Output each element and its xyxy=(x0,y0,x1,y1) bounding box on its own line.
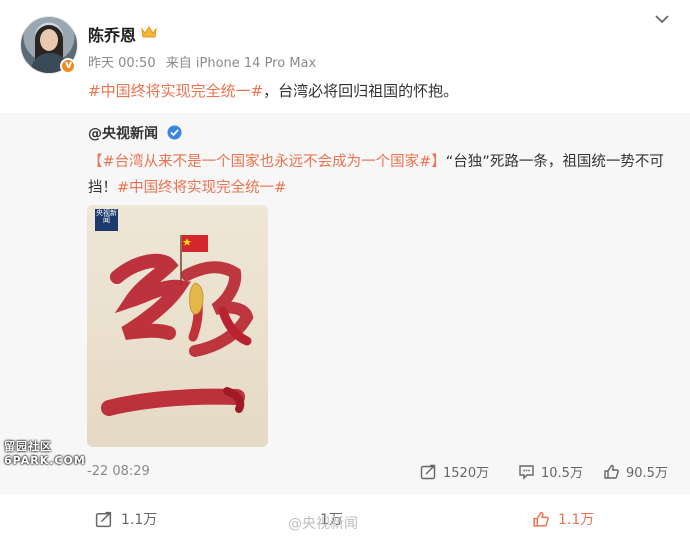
post-time: 昨天 00:50 xyxy=(88,56,156,71)
repost-button[interactable]: 1.1万 xyxy=(95,509,157,529)
repost-stat-likes[interactable]: 90.5万 xyxy=(603,462,668,481)
verified-badge-icon xyxy=(60,58,76,74)
like-button[interactable]: 1.1万 xyxy=(532,509,594,529)
post-meta: 昨天 00:50 来自 iPhone 14 Pro Max xyxy=(88,52,322,71)
repost-stat-reposts[interactable]: 1520万 xyxy=(420,462,489,481)
blue-verified-icon xyxy=(167,125,182,140)
like-count: 90.5万 xyxy=(626,466,668,481)
footer-repost-count: 1.1万 xyxy=(121,512,158,528)
poster-image[interactable]: 央视新闻 xyxy=(87,205,268,447)
post-body: #中国终将实现完全统一#，台湾必将回归祖国的怀抱。 xyxy=(88,80,458,101)
repost-block[interactable]: @央视新闻 【#台湾从来不是一个国家也永远不会成为一个国家#】“台独”死路一条，… xyxy=(0,113,690,494)
repost-text: 【#台湾从来不是一个国家也永远不会成为一个国家#】“台独”死路一条，祖国统一势不… xyxy=(88,149,678,201)
repost-timestamp: -22 08:29 xyxy=(87,464,150,479)
share-icon xyxy=(95,511,112,528)
post-source: 来自 iPhone 14 Pro Max xyxy=(165,56,317,71)
repost-hashtag-2[interactable]: #中国终将实现完全统一# xyxy=(117,180,286,196)
thumbs-up-icon xyxy=(604,464,619,479)
watermark-line-2: 6PARK.COM xyxy=(4,454,86,467)
footer-like-count: 1.1万 xyxy=(558,512,595,528)
weibo-watermark: @央视新闻 xyxy=(288,516,358,532)
thumbs-up-icon xyxy=(533,511,549,527)
repost-count: 1520万 xyxy=(443,466,490,481)
repost-author[interactable]: @央视新闻 xyxy=(88,123,158,143)
site-watermark: 留园社区 6PARK.COM xyxy=(4,440,86,468)
calligraphy-illustration xyxy=(101,235,254,416)
weibo-post-card: 陈乔恩 昨天 00:50 来自 iPhone 14 Pro Max #中国终将实… xyxy=(0,0,690,541)
avatar-face xyxy=(40,29,58,51)
repost-stat-comments[interactable]: 10.5万 xyxy=(518,462,583,481)
repost-hashtag-1[interactable]: 【#台湾从来不是一个国家也永远不会成为一个国家#】 xyxy=(88,154,446,170)
chevron-down-icon[interactable] xyxy=(655,14,669,24)
taiwan-island-shape xyxy=(189,282,204,315)
post-text: ，台湾必将回归祖国的怀抱。 xyxy=(263,82,459,100)
comment-count: 10.5万 xyxy=(541,466,583,481)
share-icon xyxy=(420,464,436,480)
crown-icon xyxy=(141,26,157,38)
comment-icon xyxy=(519,465,534,480)
post-hashtag[interactable]: #中国终将实现完全统一# xyxy=(88,82,263,100)
watermark-line-1: 留园社区 xyxy=(4,440,52,453)
author-name[interactable]: 陈乔恩 xyxy=(88,22,136,46)
